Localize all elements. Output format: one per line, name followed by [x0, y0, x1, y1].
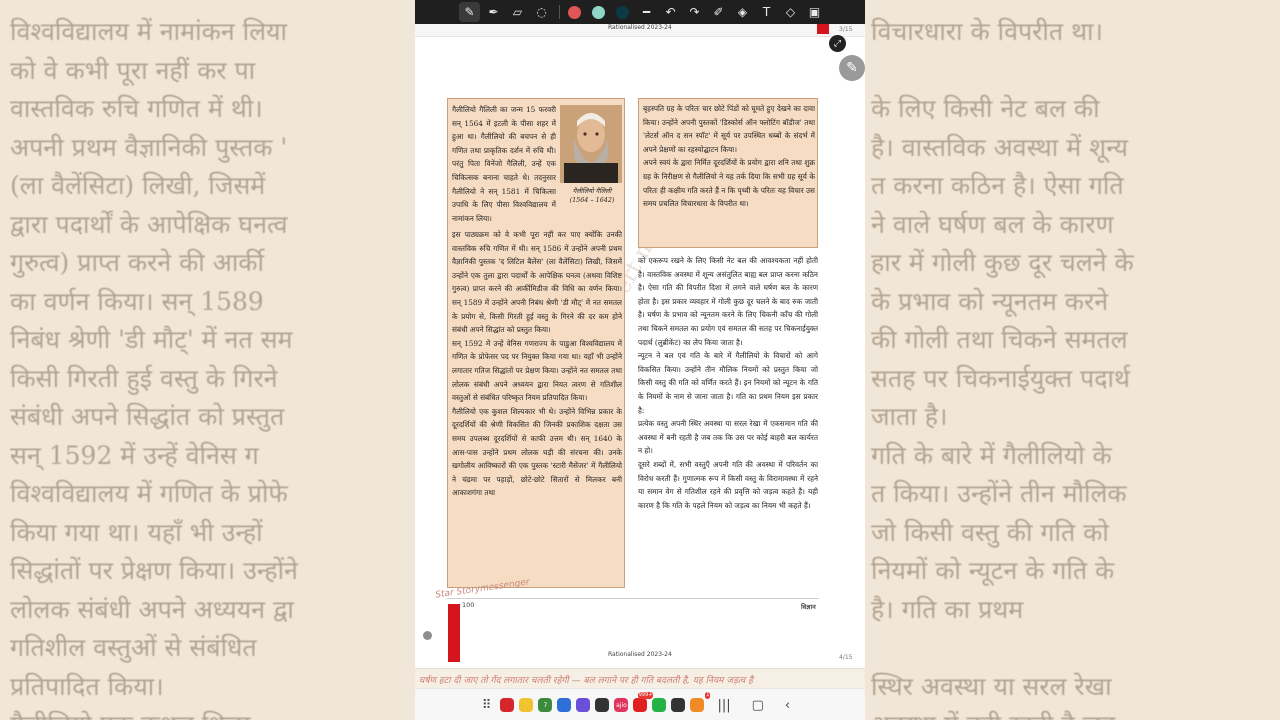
left-blur-overlay: [0, 0, 415, 720]
color-dot-icon: [592, 5, 605, 19]
app-browser-icon[interactable]: [576, 698, 591, 712]
rationalised-label-top: Rationalised 2023-24: [608, 24, 672, 31]
color-dot-icon: [616, 5, 629, 19]
caption-years: (1564 – 1642): [569, 196, 615, 204]
caption-name: गैलीलियो गैलिली: [572, 187, 612, 195]
app-photos-icon[interactable]: 1: [690, 692, 711, 712]
back-button[interactable]: ‹: [785, 698, 790, 713]
app-whatsapp-icon[interactable]: [652, 698, 667, 712]
left-background-page: विश्वविद्यालय में नामांकन लिया को वे कभी …: [0, 0, 415, 720]
color-swatch[interactable]: [588, 2, 609, 22]
galileo-biography-continued-box: बृहस्पति ग्रह के परितः चार छोटे पिंडों क…: [638, 98, 818, 248]
right-blur-overlay: [865, 0, 1280, 720]
lasso-icon[interactable]: ◌: [531, 2, 552, 22]
subject-label: विज्ञान: [801, 603, 816, 611]
text-box-icon[interactable]: T: [756, 2, 777, 22]
scroll-handle[interactable]: [423, 631, 432, 640]
color-dot-icon: [568, 5, 581, 19]
app-messages-icon[interactable]: [557, 698, 572, 712]
app-label: 7: [543, 701, 548, 709]
biography-continued-text: बृहस्पति ग्रह के परितः चार छोटे पिंडों क…: [643, 104, 815, 209]
app-notes-icon[interactable]: [519, 698, 534, 712]
annotation-toolbar: ✎ ✒ ▱ ◌ ━ ↶ ↷ ✐ ◈ T ◇ ▣: [415, 0, 865, 24]
pen-icon[interactable]: ✎: [459, 2, 480, 22]
handwritten-annotation-bottom: घर्षण हटा दी जाए तो गेंद लगातार चलती रहे…: [419, 676, 753, 686]
app-settings-icon[interactable]: [671, 698, 686, 712]
collapse-icon[interactable]: ⤢: [829, 35, 846, 52]
biography-intro-text: गैलीलियो गैलिली का जन्म 15 फरवरी सन् 156…: [452, 105, 556, 223]
app-youtube-icon[interactable]: 999+: [633, 692, 654, 712]
recents-button[interactable]: |||: [717, 698, 730, 713]
rationalised-label-bottom: Rationalised 2023-24: [608, 651, 672, 658]
shapes-icon[interactable]: ◇: [780, 2, 801, 22]
toolbar-divider: [559, 5, 560, 19]
biography-main-text: इस पाठ्यक्रम को वे कभी पूरा नहीं कर पाए …: [452, 230, 622, 498]
red-page-marker-bottom: [448, 604, 460, 662]
notification-badge: 1: [705, 692, 711, 699]
galileo-biography-box: गैलीलियो गैलिली (1564 – 1642) गैलीलियो ग…: [447, 98, 625, 588]
app-drawer-icon[interactable]: ⠿: [482, 698, 492, 713]
portrait-caption: गैलीलियो गैलिली (1564 – 1642): [560, 187, 624, 205]
marker-icon[interactable]: ✐: [708, 2, 729, 22]
edit-pencil-button[interactable]: ✎: [839, 55, 865, 81]
galileo-portrait: [560, 105, 622, 183]
page-count-bottom: 4/15: [839, 654, 853, 661]
footer-rule: [447, 598, 819, 599]
page-icon[interactable]: ▣: [804, 2, 825, 22]
app-jio-icon[interactable]: ajio: [614, 698, 629, 712]
app-calendar-icon[interactable]: 7: [538, 698, 553, 712]
undo-icon[interactable]: ↶: [660, 2, 681, 22]
document-viewer: ✎ ✒ ▱ ◌ ━ ↶ ↷ ✐ ◈ T ◇ ▣ Rationalised 2023-24 3/15 ⤢…: [415, 0, 865, 720]
notification-badge: 999+: [637, 692, 654, 699]
next-page-preview: घर्षण हटा दी जाए तो गेंद लगातार चलती रहे…: [415, 668, 865, 689]
home-button[interactable]: ▢: [752, 698, 764, 713]
color-swatch[interactable]: [564, 2, 585, 22]
color-swatch[interactable]: [612, 2, 633, 22]
highlighter-icon[interactable]: ✒: [483, 2, 504, 22]
page-number: 100: [462, 601, 475, 609]
newton-first-law-text: को एकरूप रखने के लिए किसी नेट बल की आवश्…: [638, 256, 818, 510]
ink-icon[interactable]: ◈: [732, 2, 753, 22]
eraser-icon[interactable]: ▱: [507, 2, 528, 22]
red-page-marker-top: [817, 24, 829, 34]
right-background-page: विचारधारा के विपरीत था। के लिए किसी नेट ब…: [865, 0, 1280, 720]
taskbar: ⠿ 7 ajio 999+ 1 ||| ▢ ‹: [415, 688, 865, 720]
app-red-icon[interactable]: [500, 698, 515, 712]
redo-icon[interactable]: ↷: [684, 2, 705, 22]
page-count-top: 3/15: [839, 26, 853, 33]
line-width-icon[interactable]: ━: [636, 2, 657, 22]
previous-page-footer: Rationalised 2023-24 3/15: [415, 24, 865, 37]
app-camera-icon[interactable]: [595, 698, 610, 712]
app-label: ajio: [616, 701, 627, 709]
